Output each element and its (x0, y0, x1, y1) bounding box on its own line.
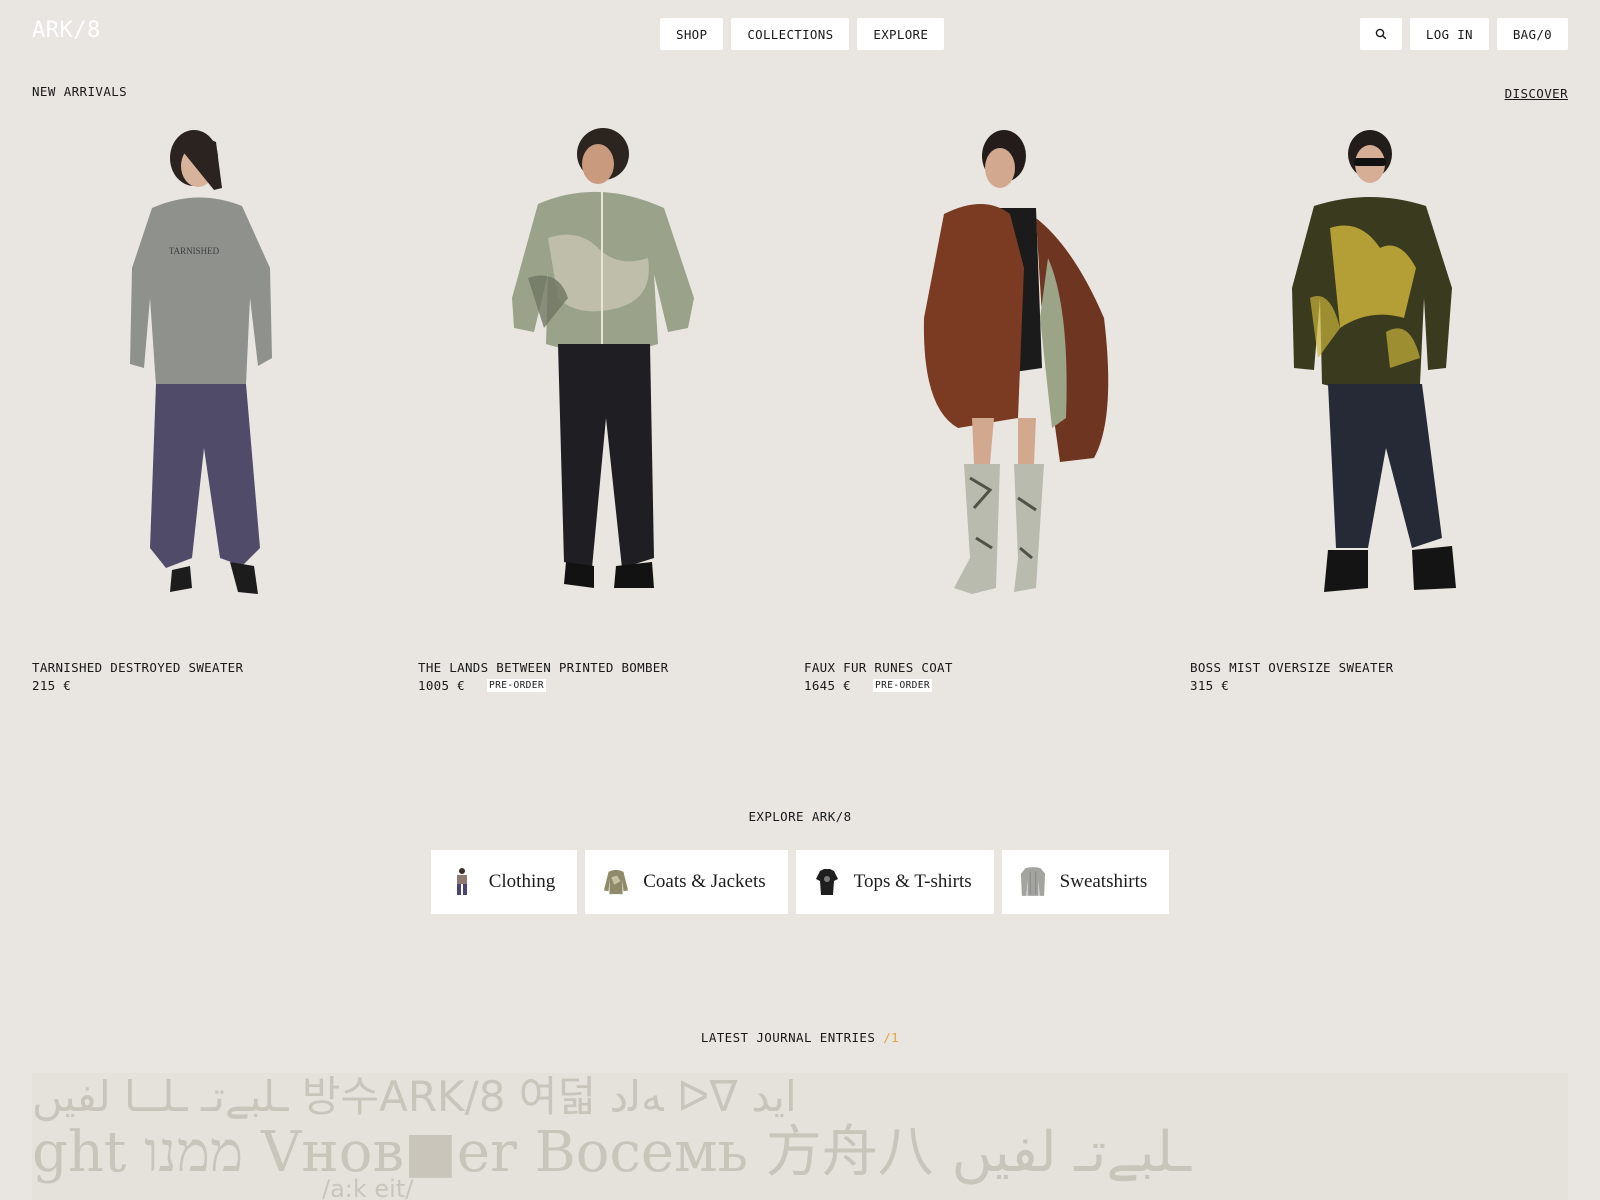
clothing-thumbnail (449, 864, 475, 900)
main-nav: SHOP COLLECTIONS EXPLORE (660, 18, 945, 50)
product-price: 315 € (1190, 678, 1230, 693)
category-clothing[interactable]: Clothing (430, 850, 578, 914)
category-label: Tops & T-shirts (853, 871, 972, 892)
site-header: ARK/8 SHOP COLLECTIONS EXPLORE LOG IN BA… (0, 0, 1600, 70)
product-price: 215 € (32, 678, 72, 693)
nav-shop[interactable]: SHOP (660, 18, 724, 50)
product-price: 1645 € (804, 678, 851, 693)
product-card[interactable]: FAUX FUR RUNES COAT 1645 € PRE-ORDER (804, 118, 1190, 693)
nav-collections[interactable]: COLLECTIONS (731, 18, 850, 50)
category-tops-tshirts[interactable]: Tops & T-shirts (795, 850, 994, 914)
category-label: Clothing (488, 871, 556, 892)
product-image[interactable] (418, 118, 804, 628)
journal-title-text: LATEST JOURNAL ENTRIES (700, 1030, 876, 1045)
product-name[interactable]: BOSS MIST OVERSIZE SWEATER (1190, 660, 1576, 678)
category-coats-jackets[interactable]: Coats & Jackets (585, 850, 788, 914)
explore-title: EXPLORE ARK/8 (748, 809, 852, 824)
account-nav: LOG IN BAG/0 (1359, 18, 1568, 50)
product-price: 1005 € (418, 678, 465, 693)
banner-glyph-line-1: ـلبےتـ ـلــا لفيں 방수ARK/8 여덟 ﻪﻟﺩ ᐅᐁ ﺍﻳﺪ (32, 1073, 797, 1121)
tshirt-thumbnail (814, 864, 840, 900)
product-grid: TARNISHED TARNISHED DESTROYED SWEATER 21… (32, 118, 1568, 693)
journal-title: LATEST JOURNAL ENTRIES /1 (0, 1030, 1600, 1045)
product-name[interactable]: FAUX FUR RUNES COAT (804, 660, 1190, 678)
category-label: Coats & Jackets (643, 871, 766, 892)
search-button[interactable] (1359, 18, 1402, 50)
category-sweatshirts[interactable]: Sweatshirts (1001, 850, 1170, 914)
product-card[interactable]: TARNISHED TARNISHED DESTROYED SWEATER 21… (32, 118, 418, 693)
nav-explore[interactable]: EXPLORE (857, 18, 945, 50)
banner-glyph-line-3: /a:k eit/ (322, 1175, 414, 1200)
product-image[interactable]: TARNISHED (32, 118, 418, 628)
product-name[interactable]: THE LANDS BETWEEN PRINTED BOMBER (418, 660, 804, 678)
discover-link[interactable]: DISCOVER (1505, 86, 1568, 101)
product-image[interactable] (1190, 118, 1576, 628)
banner-glyph-line-2: ght ממנו Vнов■er Восемь 方舟八 ـلبےتـ لفيں (32, 1120, 1192, 1185)
product-image[interactable] (804, 118, 1190, 628)
product-card[interactable]: BOSS MIST OVERSIZE SWEATER 315 € (1190, 118, 1576, 693)
category-label: Sweatshirts (1059, 871, 1148, 892)
jacket-thumbnail (603, 864, 629, 900)
new-arrivals-title: NEW ARRIVALS (32, 84, 128, 99)
sweatshirt-thumbnail (1020, 864, 1046, 900)
product-name[interactable]: TARNISHED DESTROYED SWEATER (32, 660, 418, 678)
bag-button[interactable]: BAG/0 (1496, 18, 1568, 50)
category-chips: Clothing Coats & Jackets Tops & T-shirts… (0, 850, 1600, 914)
preorder-badge: PRE-ORDER (872, 679, 933, 692)
brand-logo[interactable]: ARK/8 (32, 18, 101, 43)
journal-count: /1 (883, 1030, 900, 1045)
login-button[interactable]: LOG IN (1409, 18, 1489, 50)
sweater-print-text: TARNISHED (169, 246, 220, 256)
journal-entry-banner[interactable]: ـلبےتـ ـلــا لفيں 방수ARK/8 여덟 ﻪﻟﺩ ᐅᐁ ﺍﻳﺪ … (32, 1073, 1568, 1200)
product-card[interactable]: THE LANDS BETWEEN PRINTED BOMBER 1005 € … (418, 118, 804, 693)
search-icon (1375, 28, 1387, 40)
preorder-badge: PRE-ORDER (486, 679, 547, 692)
